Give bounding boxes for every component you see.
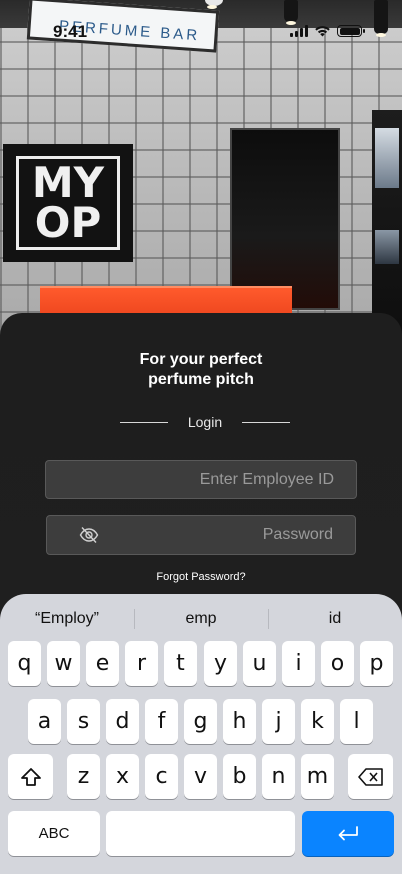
key-q[interactable]: q — [8, 641, 41, 686]
key-d[interactable]: d — [106, 699, 139, 744]
key-e[interactable]: e — [86, 641, 119, 686]
login-divider: Login — [120, 412, 290, 432]
key-i[interactable]: i — [282, 641, 315, 686]
key-t[interactable]: t — [164, 641, 197, 686]
dark-doorway — [230, 128, 340, 310]
key-h[interactable]: h — [223, 699, 256, 744]
key-c[interactable]: c — [145, 754, 178, 799]
suggestion-item[interactable]: id — [268, 606, 402, 632]
suggestion-item[interactable]: emp — [134, 606, 268, 632]
key-g[interactable]: g — [184, 699, 217, 744]
key-a[interactable]: a — [28, 699, 61, 744]
logo-line-2: OP — [34, 198, 102, 247]
key-r[interactable]: r — [125, 641, 158, 686]
cellular-signal-icon — [290, 25, 308, 37]
key-m[interactable]: m — [301, 754, 334, 799]
battery-icon — [337, 25, 365, 37]
suggestion-bar: “Employ” emp id — [0, 606, 402, 632]
display-shelf — [372, 110, 402, 340]
wifi-icon — [315, 26, 330, 37]
headline-line-2: perfume pitch — [148, 371, 254, 388]
onscreen-keyboard: “Employ” emp id q w e r t y u i o p a s … — [0, 594, 402, 874]
status-bar: 9:41 — [0, 0, 402, 54]
shift-arrow-icon — [20, 767, 41, 786]
myop-logo: MY OP — [3, 144, 133, 262]
delete-key[interactable] — [348, 754, 393, 799]
divider-line-left — [120, 421, 168, 423]
abc-key[interactable]: ABC — [8, 811, 100, 856]
key-n[interactable]: n — [262, 754, 295, 799]
key-p[interactable]: p — [360, 641, 393, 686]
space-key[interactable] — [106, 811, 295, 856]
headline-line-1: For your perfect — [139, 351, 263, 368]
employee-id-field[interactable] — [45, 460, 357, 499]
password-input[interactable] — [113, 526, 333, 544]
divider-line-right — [242, 421, 290, 423]
key-f[interactable]: f — [145, 699, 178, 744]
suggestion-item[interactable]: “Employ” — [0, 606, 134, 632]
forgot-password-link[interactable]: Forgot Password? — [0, 571, 402, 583]
employee-id-input[interactable] — [114, 470, 334, 489]
eye-slash-icon[interactable] — [79, 526, 99, 544]
key-j[interactable]: j — [262, 699, 295, 744]
key-l[interactable]: l — [340, 699, 373, 744]
backspace-icon — [357, 767, 383, 786]
key-w[interactable]: w — [47, 641, 80, 686]
myop-logo-frame: MY OP — [16, 156, 120, 250]
return-key[interactable] — [302, 811, 394, 856]
status-icons — [290, 25, 365, 37]
key-k[interactable]: k — [301, 699, 334, 744]
password-field[interactable] — [46, 515, 356, 555]
key-s[interactable]: s — [67, 699, 100, 744]
key-z[interactable]: z — [67, 754, 100, 799]
key-x[interactable]: x — [106, 754, 139, 799]
return-arrow-icon — [338, 825, 358, 840]
key-b[interactable]: b — [223, 754, 256, 799]
key-u[interactable]: u — [243, 641, 276, 686]
headline: For your perfect perfume pitch — [0, 350, 402, 390]
logo-line-1: MY — [31, 158, 105, 207]
status-time: 9:41 — [53, 22, 88, 41]
key-o[interactable]: o — [321, 641, 354, 686]
battery-level — [339, 27, 360, 35]
key-y[interactable]: y — [204, 641, 237, 686]
shift-key[interactable] — [8, 754, 53, 799]
key-v[interactable]: v — [184, 754, 217, 799]
login-section-label: Login — [187, 414, 223, 430]
